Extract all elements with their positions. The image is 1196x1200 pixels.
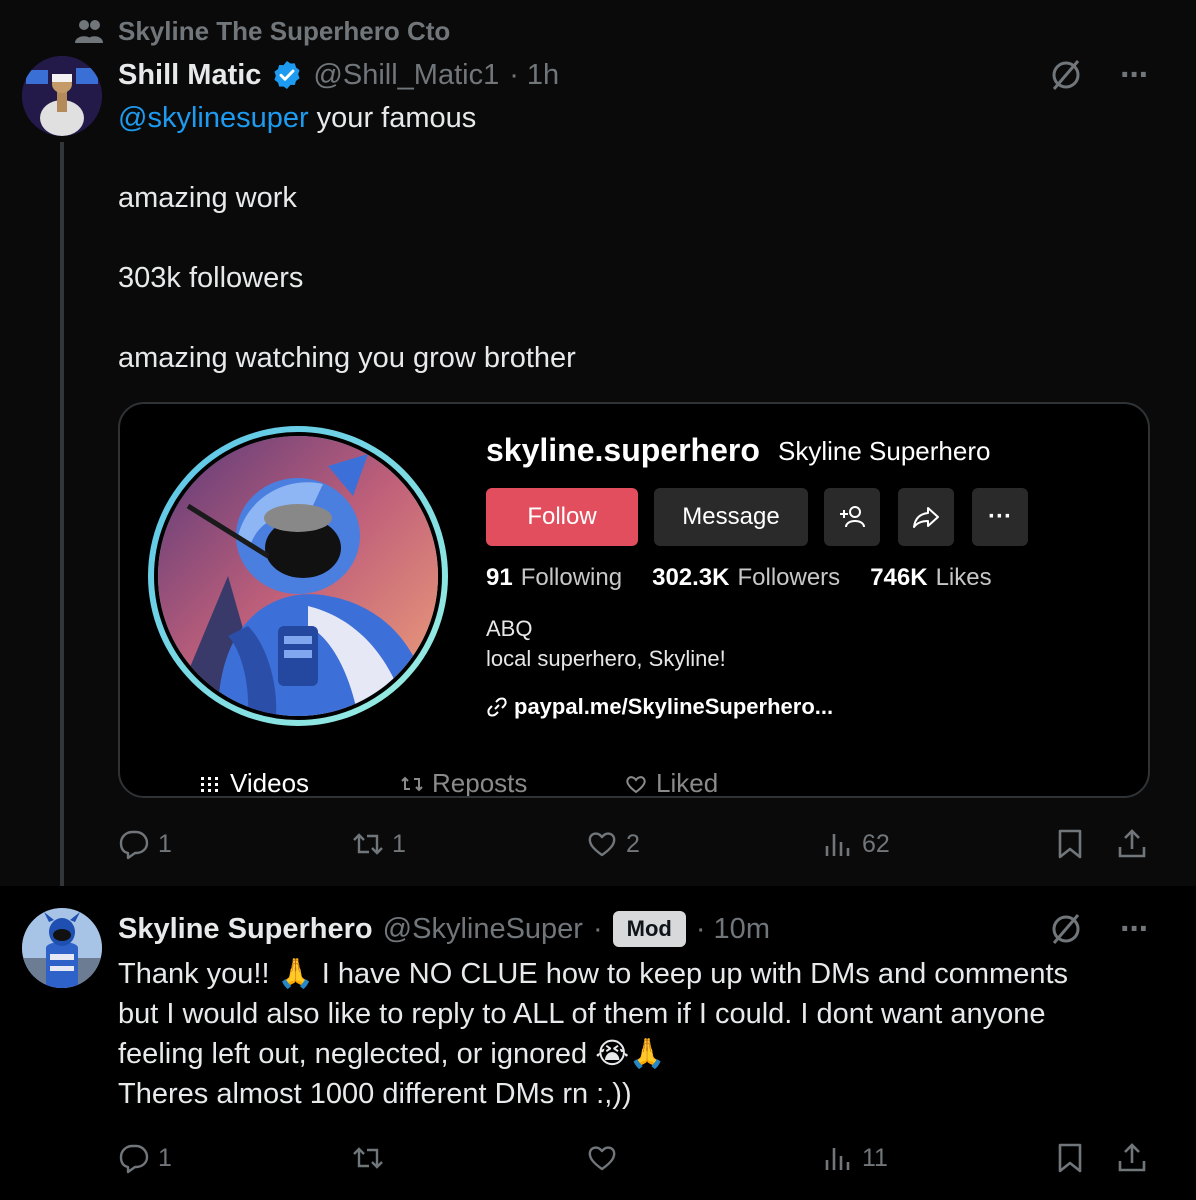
profile-bio-location: ABQ xyxy=(486,616,533,641)
share-profile-button xyxy=(898,488,954,546)
like-count: 2 xyxy=(626,829,640,858)
post-header: Skyline Superhero @SkylineSuper · Mod · … xyxy=(118,910,770,948)
reply-button[interactable]: 1 xyxy=(118,824,172,864)
post-text-line1: Thank you!! 🙏 I have NO CLUE how to keep… xyxy=(118,958,1069,990)
share-button[interactable] xyxy=(1116,1138,1148,1178)
tab-reposts: Reposts xyxy=(400,768,527,796)
community-icon xyxy=(75,20,103,43)
follow-button: Follow xyxy=(486,488,638,546)
author-handle[interactable]: @SkylineSuper xyxy=(383,913,583,946)
post-header: Shill Matic @Shill_Matic1 · 1h xyxy=(118,56,559,94)
more-options-button[interactable]: ··· xyxy=(1120,910,1150,949)
post-top-icons: ··· xyxy=(1048,56,1150,95)
share-icon xyxy=(1118,829,1146,858)
mention-link[interactable]: @skylinesuper xyxy=(118,102,309,134)
profile-stats: 91 Following 302.3K Followers 746K Likes xyxy=(486,564,992,592)
profile-bio: local superhero, Skyline! xyxy=(486,646,726,671)
grid-icon xyxy=(201,776,218,792)
following-stat: 91 Following xyxy=(486,564,623,591)
liked-heart-icon xyxy=(626,775,646,793)
share-icon xyxy=(1118,1143,1146,1172)
add-friend-button xyxy=(824,488,880,546)
views-button[interactable]: 11 xyxy=(822,1138,888,1178)
post-actions: 1 11 xyxy=(118,1138,1154,1178)
share-button[interactable] xyxy=(1116,824,1148,864)
message-button: Message xyxy=(654,488,808,546)
views-count: 11 xyxy=(862,1143,888,1172)
reply-count: 1 xyxy=(158,1143,172,1172)
views-chart-icon xyxy=(825,834,850,856)
views-chart-icon xyxy=(825,1148,850,1170)
share-arrow-icon xyxy=(913,507,939,528)
avatar[interactable] xyxy=(22,56,102,136)
reply-icon xyxy=(119,830,149,860)
post-text-line1: your famous xyxy=(308,102,477,134)
post-text: Thank you!! 🙏 I have NO CLUE how to keep… xyxy=(118,954,1158,1114)
reply-count: 1 xyxy=(158,829,172,858)
post-text: @skylinesuper your famous amazing work 3… xyxy=(118,98,1158,378)
mod-badge: Mod xyxy=(612,911,686,947)
views-button[interactable]: 62 xyxy=(822,824,890,864)
post-text-line2: but I would also like to reply to ALL of… xyxy=(118,998,1046,1030)
profile-link-text: paypal.me/SkylineSuperhero... xyxy=(514,694,834,719)
heart-icon xyxy=(588,1146,616,1171)
author-name[interactable]: Shill Matic xyxy=(118,59,261,92)
profile-picture xyxy=(148,426,448,726)
reply-icon xyxy=(119,1144,149,1174)
like-button[interactable] xyxy=(586,1138,618,1178)
avatar[interactable] xyxy=(22,908,102,988)
bookmark-icon xyxy=(1058,1143,1082,1173)
superhero-illustration xyxy=(158,436,438,716)
post-text-line2: amazing work xyxy=(118,182,297,214)
post-text-line3: feeling left out, neglected, or ignored … xyxy=(118,1038,666,1070)
likes-stat: 746K Likes xyxy=(870,564,992,591)
link-icon xyxy=(487,697,507,717)
followers-stat: 302.3K Followers xyxy=(652,564,841,591)
grok-icon[interactable] xyxy=(1048,57,1084,93)
post-text-line4: amazing watching you grow brother xyxy=(118,342,576,374)
attached-image[interactable]: skyline.superhero Skyline Superhero Foll… xyxy=(118,402,1150,798)
reply-button[interactable]: 1 xyxy=(118,1138,172,1178)
profile-more-button: ··· xyxy=(972,488,1028,546)
post-top-icons: ··· xyxy=(1048,910,1150,949)
community-name: Skyline The Superhero Cto xyxy=(118,15,451,46)
author-name[interactable]: Skyline Superhero xyxy=(118,913,373,946)
bookmark-button[interactable] xyxy=(1054,824,1086,864)
views-count: 62 xyxy=(862,829,890,858)
post-time[interactable]: · 1h xyxy=(509,59,559,92)
community-header[interactable]: Skyline The Superhero Cto xyxy=(74,14,450,48)
tab-liked: Liked xyxy=(624,768,718,796)
add-person-icon xyxy=(840,506,865,528)
post-text-line4: Theres almost 1000 different DMs rn :,)) xyxy=(118,1078,632,1110)
repost-icon xyxy=(353,1147,383,1169)
bookmark-button[interactable] xyxy=(1054,1138,1086,1178)
profile-tabs: Videos Reposts Liked xyxy=(120,768,1148,796)
post-text-line3: 303k followers xyxy=(118,262,304,294)
profile-display-name: Skyline Superhero xyxy=(778,436,991,466)
repost-count: 1 xyxy=(392,829,406,858)
profile-link: paypal.me/SkylineSuperhero... xyxy=(486,694,833,720)
repost-button[interactable] xyxy=(352,1138,384,1178)
more-options-button[interactable]: ··· xyxy=(1120,56,1150,95)
post-time[interactable]: · 10m xyxy=(696,913,770,946)
verified-badge-icon xyxy=(274,61,300,89)
profile-username: skyline.superhero xyxy=(486,432,760,468)
repost-button[interactable]: 1 xyxy=(352,824,406,864)
quoted-reply-post: Skyline The Superhero Cto Shill Matic @S… xyxy=(0,0,1196,900)
separator-dot: · xyxy=(592,912,603,945)
bookmark-icon xyxy=(1058,829,1082,859)
author-handle[interactable]: @Shill_Matic1 xyxy=(313,59,499,92)
grok-icon[interactable] xyxy=(1048,911,1084,947)
repost-icon xyxy=(353,833,383,855)
repost-icon xyxy=(401,776,423,791)
like-button[interactable]: 2 xyxy=(586,824,640,864)
tab-videos: Videos xyxy=(198,768,309,796)
heart-icon xyxy=(588,832,616,857)
thread-line xyxy=(60,142,64,900)
post-actions: 1 1 2 62 xyxy=(118,824,1154,864)
